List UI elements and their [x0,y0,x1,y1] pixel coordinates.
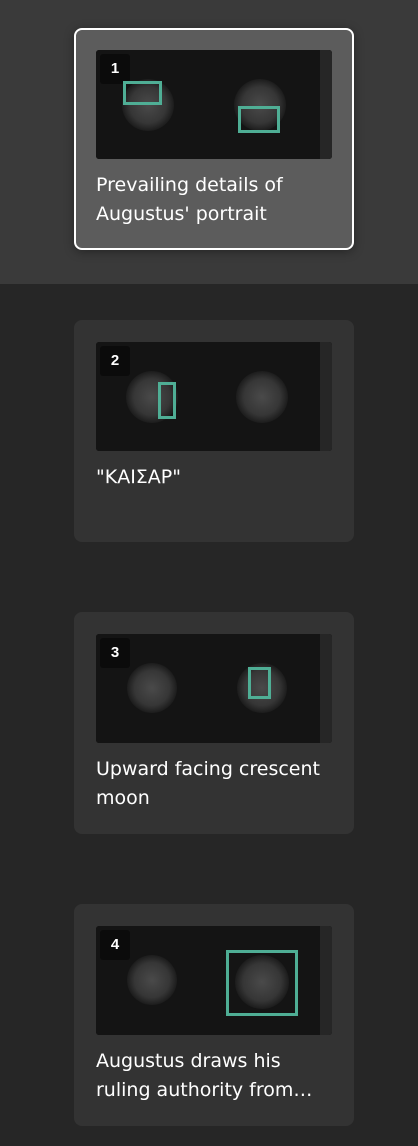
step-card-3[interactable]: 3 Upward facing crescent moon [74,612,354,834]
step-number-badge: 2 [100,346,130,376]
step-caption: Augustus draws his ruling authority from… [96,1050,313,1101]
coin-thumbnail: 1 [96,50,332,159]
step-number-badge: 1 [100,54,130,84]
step-number-badge: 3 [100,638,130,668]
coin-image [96,342,332,451]
step-number-badge: 4 [100,930,130,960]
highlight-box [158,382,176,419]
step-card-2[interactable]: 2 "ΚΑΙΣΑΡ" [74,320,354,542]
highlight-box [248,667,271,699]
step-caption: "ΚΑΙΣΑΡ" [96,466,181,488]
coin-image [96,634,332,743]
step-caption: Upward facing crescent moon [96,758,320,809]
step-card-1[interactable]: 1 Prevailing details of Augustus' portra… [74,28,354,250]
highlight-box [238,106,280,133]
step-caption: Prevailing details of Augustus' portrait [96,174,283,225]
coin-thumbnail: 3 [96,634,332,743]
highlight-box [226,950,298,1016]
coin-thumbnail: 2 [96,342,332,451]
highlight-box [123,81,162,105]
step-card-4[interactable]: 4 Augustus draws his ruling authority fr… [74,904,354,1126]
coin-thumbnail: 4 [96,926,332,1035]
